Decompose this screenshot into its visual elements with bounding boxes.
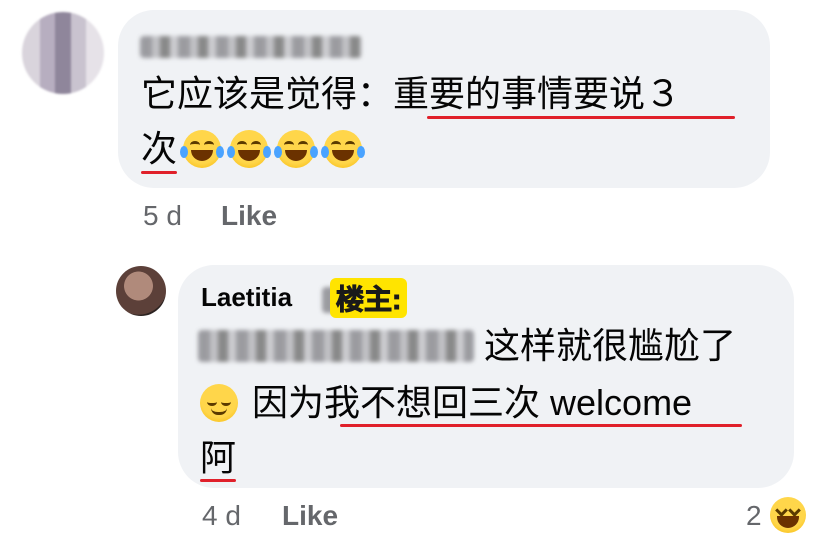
comment-text-line-1: 它应该是觉得：重要的事情要说３ <box>141 72 681 116</box>
blurred-mention[interactable] <box>198 330 474 362</box>
reply-text-underlined: 我不想回三次 <box>324 382 541 423</box>
comment-text-line-2: 次 <box>141 127 177 171</box>
reply-avatar[interactable] <box>116 266 166 316</box>
red-underline <box>427 116 735 119</box>
red-underline <box>200 479 236 482</box>
tears-of-joy-emoji-icon <box>180 130 224 168</box>
like-button[interactable]: Like <box>282 500 338 532</box>
reply-text-line-3: 阿 <box>200 437 237 478</box>
red-underline <box>340 424 742 427</box>
comment-text-plain: 它应该是觉得： <box>141 73 394 114</box>
reaction-count[interactable]: 2 <box>746 500 762 532</box>
reply-text-plain: 因为 <box>252 382 325 423</box>
comment-text-underlined: 次 <box>141 128 178 169</box>
blurred-author-name[interactable] <box>140 36 362 58</box>
comment-timestamp: 5 d <box>143 200 182 231</box>
laughing-emoji-icon[interactable] <box>770 497 806 533</box>
commenter-avatar[interactable] <box>22 12 104 94</box>
reply-text-line-2: 因为我不想回三次 welcome <box>252 381 692 425</box>
relieved-face-emoji-icon <box>200 384 238 422</box>
reply-text-line-1: 这样就很尴尬了 <box>484 325 737 366</box>
like-button[interactable]: Like <box>221 200 277 232</box>
reply-author-name[interactable]: Laetitia <box>201 282 292 313</box>
author-badge-label: 楼主: <box>330 278 408 318</box>
reply-timestamp: 4 d <box>202 500 241 531</box>
tears-of-joy-emoji-icon <box>321 130 365 168</box>
reply-text-plain: welcome <box>540 382 693 423</box>
comment-text-underlined: 重要的事情要说３ <box>393 73 682 114</box>
tears-of-joy-emoji-icon <box>274 130 318 168</box>
red-underline <box>141 171 177 174</box>
tears-of-joy-emoji-icon <box>227 130 271 168</box>
